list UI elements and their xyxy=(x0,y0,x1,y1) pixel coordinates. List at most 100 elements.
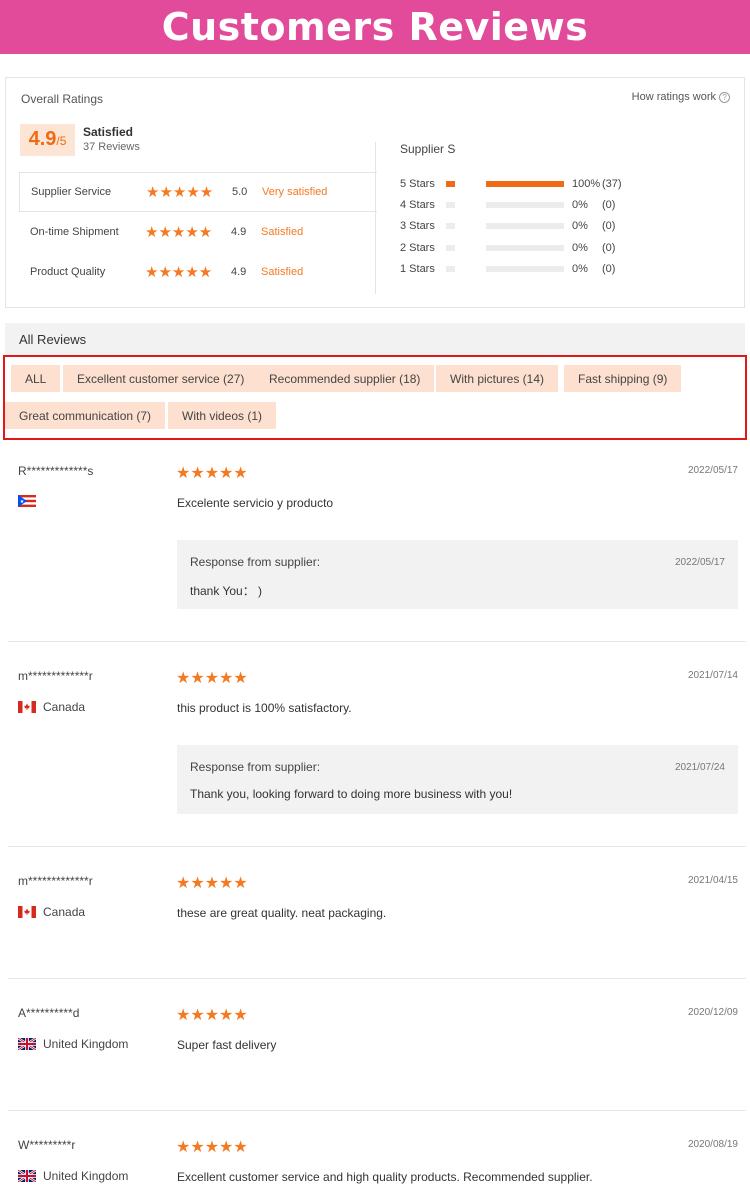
uk-flag-icon xyxy=(18,1170,36,1182)
review-date: 2020/08/19 xyxy=(687,1139,738,1150)
puerto-rico-flag-icon: ★ xyxy=(18,495,36,507)
supplier-response: Response from supplier: 2021/07/24 Thank… xyxy=(177,745,738,814)
distribution-percent: 100% xyxy=(572,178,601,190)
reviewer-name: m*************r xyxy=(18,874,93,888)
satisfaction-level: Satisfied xyxy=(83,125,134,139)
distribution-title: Supplier Service xyxy=(400,142,456,156)
reviewer-country: Canada xyxy=(18,700,85,714)
distribution-bar xyxy=(486,223,564,229)
page-banner: Customers Reviews xyxy=(0,0,750,54)
filter-chip-recommended-supplier[interactable]: Recommended supplier (18) xyxy=(255,365,435,392)
distribution-label: 3 Stars xyxy=(400,220,435,232)
response-date: 2022/05/17 xyxy=(674,557,725,568)
distribution-row-4-stars: 4 Stars 0% (0) xyxy=(400,198,632,212)
distribution-percent: 0% xyxy=(572,242,588,254)
reviewer-name: W*********r xyxy=(18,1138,76,1152)
metric-row-supplier-service[interactable]: Supplier Service ★★★★★ 5.0 Very satisfie… xyxy=(19,172,377,212)
filter-chip-with-pictures[interactable]: With pictures (14) xyxy=(436,365,559,392)
review-star-rating: ★★★★★ xyxy=(176,1007,248,1024)
distribution-label: 4 Stars xyxy=(400,199,435,211)
distribution-label: 2 Stars xyxy=(400,242,435,254)
response-label: Response from supplier: xyxy=(190,760,321,774)
review-date: 2021/07/14 xyxy=(687,670,738,681)
metric-score: 5.0 xyxy=(232,186,248,198)
distribution-marker xyxy=(446,266,455,272)
review-date: 2020/12/09 xyxy=(687,1007,738,1018)
review-divider xyxy=(8,846,746,847)
metric-status: Satisfied xyxy=(261,266,304,278)
svg-text:★: ★ xyxy=(20,499,25,505)
canada-flag-icon xyxy=(18,701,36,713)
metric-name: Product Quality xyxy=(30,266,106,278)
filter-chip-excellent-service[interactable]: Excellent customer service (27) xyxy=(63,365,259,392)
how-ratings-work-label: How ratings work xyxy=(631,91,716,103)
review-divider xyxy=(8,978,746,979)
reviewer-name: R*************s xyxy=(18,464,94,478)
filter-chip-fast-shipping[interactable]: Fast shipping (9) xyxy=(564,365,682,392)
review-text: Excellent customer service and high qual… xyxy=(177,1170,593,1184)
response-text: thank You： ) xyxy=(190,584,263,598)
country-name: Canada xyxy=(43,905,86,919)
distribution-marker xyxy=(446,223,455,229)
overall-ratings-card: Overall Ratings How ratings work ? 4.9 /… xyxy=(5,77,745,308)
filter-chip-with-videos[interactable]: With videos (1) xyxy=(168,402,277,429)
distribution-label: 1 Stars xyxy=(400,263,435,275)
distribution-percent: 0% xyxy=(572,199,588,211)
reviewer-country: United Kingdom xyxy=(18,1037,128,1051)
distribution-bar xyxy=(486,181,564,187)
metric-name: On-time Shipment xyxy=(30,226,119,238)
metric-row-product-quality[interactable]: Product Quality ★★★★★ 4.9 Satisfied xyxy=(19,252,377,292)
country-name: United Kingdom xyxy=(43,1037,129,1051)
supplier-response: Response from supplier: 2022/05/17 thank… xyxy=(177,540,738,609)
metric-row-on-time-shipment[interactable]: On-time Shipment ★★★★★ 4.9 Satisfied xyxy=(19,212,377,252)
distribution-marker xyxy=(446,245,455,251)
filter-chip-all[interactable]: ALL xyxy=(11,365,61,392)
distribution-row-2-stars: 2 Stars 0% (0) xyxy=(400,241,632,255)
metric-status: Very satisfied xyxy=(262,186,328,198)
review-star-rating: ★★★★★ xyxy=(176,875,248,892)
distribution-percent: 0% xyxy=(572,220,588,232)
reviewer-name: m*************r xyxy=(18,669,93,683)
all-reviews-title: All Reviews xyxy=(5,323,745,355)
question-icon: ? xyxy=(719,91,730,103)
reviewer-name: A**********d xyxy=(18,1006,80,1020)
review-date: 2022/05/17 xyxy=(687,465,738,476)
metric-score: 4.9 xyxy=(231,226,247,238)
country-name: Canada xyxy=(43,700,86,714)
star-rating-icon: ★★★★★ xyxy=(145,224,213,241)
reviewer-country: United Kingdom xyxy=(18,1169,128,1183)
distribution-marker xyxy=(446,181,455,187)
distribution-count: (0) xyxy=(602,220,616,232)
distribution-bar xyxy=(486,266,564,272)
review-text: Super fast delivery xyxy=(177,1038,277,1052)
star-rating-icon: ★★★★★ xyxy=(146,184,214,201)
uk-flag-icon xyxy=(18,1038,36,1050)
overall-score-max: /5 xyxy=(56,134,67,148)
overall-score-badge: 4.9 /5 xyxy=(20,124,75,156)
review-text: this product is 100% satisfactory. xyxy=(177,701,352,715)
distribution-row-3-stars: 3 Stars 0% (0) xyxy=(400,219,632,233)
distribution-label: 5 Stars xyxy=(400,178,435,190)
banner-title: Customers Reviews xyxy=(161,5,589,49)
review-filter-group: ALL Excellent customer service (27) Reco… xyxy=(3,355,747,440)
review-date: 2021/04/15 xyxy=(687,875,738,886)
distribution-bar xyxy=(486,202,564,208)
distribution-marker xyxy=(446,202,455,208)
overall-ratings-label: Overall Ratings xyxy=(21,92,104,106)
response-text: Thank you, looking forward to doing more… xyxy=(190,787,513,801)
distribution-count: (37) xyxy=(602,178,622,190)
vertical-divider xyxy=(375,142,376,294)
distribution-count: (0) xyxy=(602,263,616,275)
review-divider xyxy=(8,1110,746,1111)
response-label: Response from supplier: xyxy=(190,555,321,569)
reviews-count: 37 Reviews xyxy=(83,141,140,153)
distribution-count: (0) xyxy=(602,242,616,254)
distribution-bar xyxy=(486,245,564,251)
distribution-count: (0) xyxy=(602,199,616,211)
how-ratings-work-link[interactable]: How ratings work ? xyxy=(632,91,730,103)
distribution-percent: 0% xyxy=(572,263,588,275)
overall-score: 4.9 xyxy=(28,128,57,150)
filter-chip-great-communication[interactable]: Great communication (7) xyxy=(5,402,166,429)
metric-score: 4.9 xyxy=(231,266,247,278)
review-text: Excelente servicio y producto xyxy=(177,496,334,510)
